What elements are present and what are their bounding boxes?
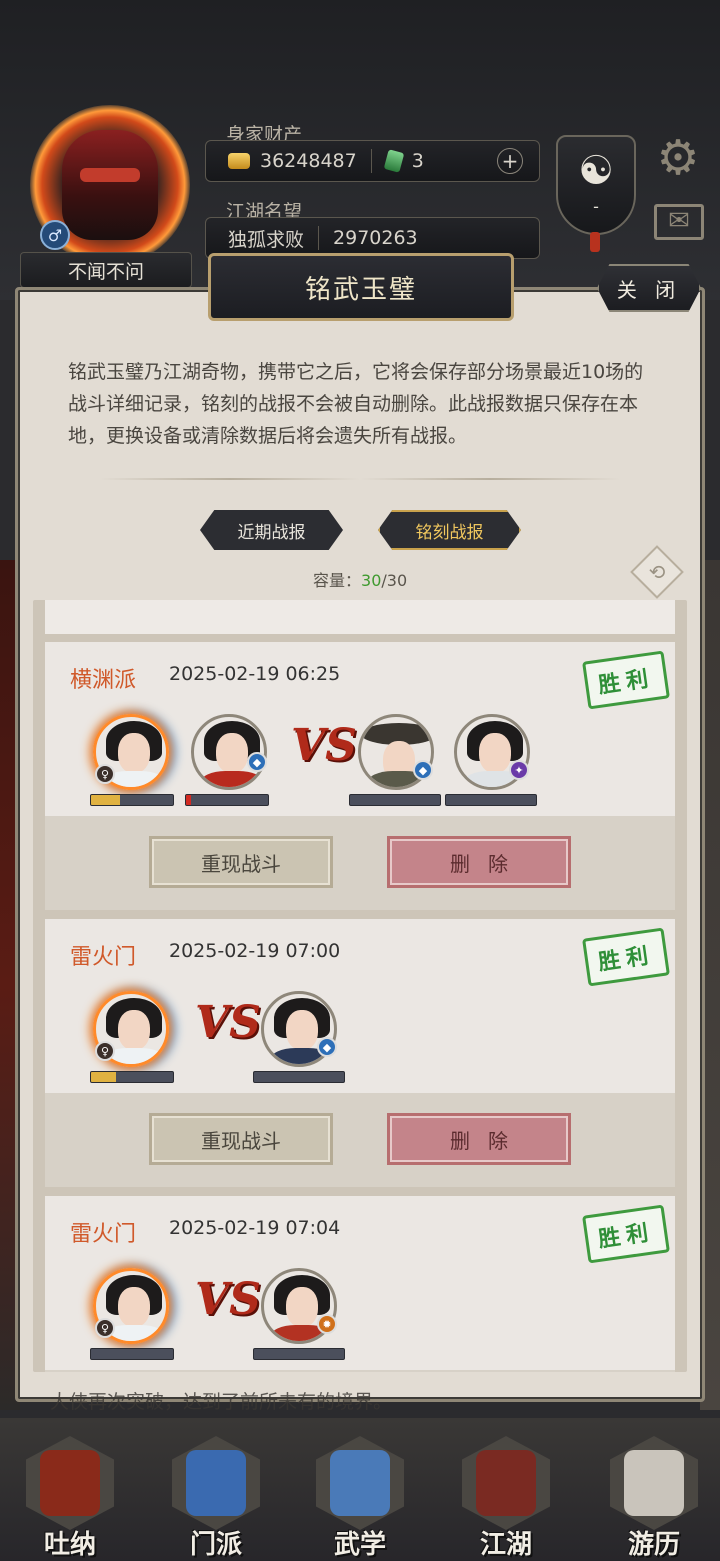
nav-label: 吐纳: [43, 1530, 96, 1560]
nav-label: 江湖: [479, 1530, 532, 1560]
divider: [318, 226, 320, 250]
vs-label: VS: [195, 1274, 261, 1325]
jade-icon: [383, 149, 405, 173]
list-item-partial: [45, 600, 675, 634]
replay-battle-button[interactable]: 重现战斗: [149, 1113, 333, 1165]
water-element-icon: ◆: [247, 752, 267, 772]
taiji-emblem-button[interactable]: ☯ -: [556, 135, 636, 235]
purple-element-icon: ✦: [509, 760, 529, 780]
water-element-icon: ◆: [317, 1037, 337, 1057]
hero-hp-bar: [90, 794, 174, 806]
divider: [370, 149, 372, 173]
capacity-used: 30: [361, 571, 382, 590]
enemy-hp-bar: [253, 1348, 345, 1360]
mail-icon[interactable]: ✉: [654, 204, 704, 240]
delete-record-button[interactable]: 删除: [387, 1113, 571, 1165]
female-icon: ♀: [95, 1318, 115, 1338]
water-element-icon: ◆: [413, 760, 433, 780]
battle-record-card: 横渊派 2025-02-19 06:25 胜利 ♀ ◆ VS ◆ ✦ 重现战斗 …: [45, 642, 675, 910]
ornament-divider-right: [360, 478, 620, 480]
male-icon: ♂: [40, 220, 70, 250]
nav-item-martial-arts[interactable]: 武学: [310, 1436, 410, 1560]
fame-title: 独孤求败: [228, 228, 305, 251]
nav-item-tuna[interactable]: 吐纳: [20, 1436, 120, 1560]
ornament-divider-left: [100, 478, 360, 480]
battle-record-list[interactable]: 横渊派 2025-02-19 06:25 胜利 ♀ ◆ VS ◆ ✦ 重现战斗 …: [33, 600, 687, 1372]
straw-hat-icon: [476, 1450, 536, 1516]
delete-record-button[interactable]: 删除: [387, 836, 571, 888]
tassel-decoration: [590, 232, 600, 252]
scroll-book-icon: [330, 1450, 390, 1516]
hp-fill: [186, 795, 191, 805]
nav-item-jianghu[interactable]: 江湖: [456, 1436, 556, 1560]
replay-battle-button[interactable]: 重现战斗: [149, 836, 333, 888]
ally-hp-bar: [185, 794, 269, 806]
add-currency-button[interactable]: +: [497, 148, 523, 174]
capacity-label: 容量：: [313, 571, 362, 590]
battle-record-card: 雷火门 2025-02-19 07:00 胜利 ♀ VS ◆ 重现战斗 删除: [45, 919, 675, 1187]
fame-value: 2970263: [333, 227, 418, 249]
sect-banner-icon: [186, 1450, 246, 1516]
battle-time: 2025-02-19 07:04: [169, 1217, 341, 1239]
sect-name: 雷火门: [70, 1222, 137, 1247]
bottom-navigation: 吐纳 门派 武学 江湖 游历: [0, 1418, 720, 1561]
battle-record-card: 雷火门 2025-02-19 07:04 胜利 ♀ VS ✹: [45, 1196, 675, 1372]
gold-ingot-icon: [228, 153, 250, 169]
hero-hp-bar: [90, 1071, 174, 1083]
avatar-visor: [80, 168, 140, 182]
sect-name: 雷火门: [70, 945, 137, 970]
close-button[interactable]: 关 闭: [597, 264, 701, 312]
gear-icon[interactable]: ⚙: [652, 132, 704, 184]
nav-item-travel[interactable]: 游历: [604, 1436, 704, 1560]
background-log-text: 大侠再次突破，达到了前所未有的境界。: [50, 1391, 393, 1413]
nav-label: 武学: [333, 1530, 386, 1560]
enemy-hp-bar: [253, 1071, 345, 1083]
player-nickname: 不闻不问: [20, 252, 192, 288]
enemy-hp-bar: [445, 794, 537, 806]
battle-time: 2025-02-19 06:25: [169, 663, 341, 685]
dialog-description: 铭武玉璧乃江湖奇物，携带它之后，它将会保存部分场景最近10场的战斗详细记录，铭刻…: [68, 361, 644, 447]
yin-yang-icon: ☯: [578, 148, 614, 194]
refresh-icon: ⟲: [648, 560, 666, 584]
jade-amount: 3: [411, 150, 424, 172]
nav-label: 门派: [189, 1530, 242, 1560]
female-icon: ♀: [95, 764, 115, 784]
hp-fill: [91, 1072, 116, 1082]
nav-item-sect[interactable]: 门派: [166, 1436, 266, 1560]
hero-hp-bar: [90, 1348, 174, 1360]
enemy-hp-bar: [349, 794, 441, 806]
gold-amount: 36248487: [260, 150, 357, 172]
meditation-icon: [40, 1450, 100, 1516]
capacity-indicator: 容量：30/30: [313, 567, 407, 591]
taiji-value: -: [593, 197, 599, 216]
vs-label: VS: [195, 997, 261, 1048]
tab-engraved-reports[interactable]: 铭刻战报: [378, 510, 521, 550]
tab-recent-reports[interactable]: 近期战报: [200, 510, 343, 550]
nav-label: 游历: [627, 1530, 680, 1560]
hp-fill: [91, 795, 120, 805]
vs-label: VS: [291, 720, 357, 771]
female-icon: ♀: [95, 1041, 115, 1061]
dialog-title: 铭武玉璧: [208, 253, 514, 321]
avatar-helmet: [62, 130, 158, 240]
fire-element-icon: ✹: [317, 1314, 337, 1334]
battle-time: 2025-02-19 07:00: [169, 940, 341, 962]
horse-icon: [624, 1450, 684, 1516]
sect-name: 横渊派: [70, 668, 137, 693]
wealth-bar: 36248487 3 +: [205, 140, 540, 182]
capacity-total: /30: [381, 571, 408, 590]
